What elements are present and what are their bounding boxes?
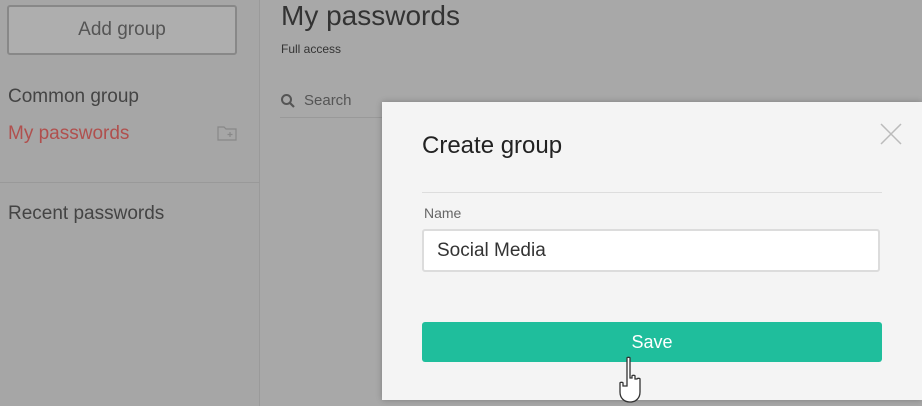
sidebar-item-recent-passwords[interactable]: Recent passwords [8,203,164,225]
name-field-label: Name [424,205,462,221]
dialog-title: Create group [422,132,563,159]
add-group-label: Add group [78,19,166,40]
sidebar-item-common-group[interactable]: Common group [8,86,139,108]
search-icon [281,93,295,108]
page-title: My passwords [281,0,460,31]
sidebar: Add group Common group My passwords Rece… [0,0,260,406]
close-icon[interactable] [879,122,903,146]
name-field[interactable] [422,229,880,272]
folder-add-icon[interactable] [217,125,237,141]
create-group-dialog: Create group Name Save [382,102,922,400]
save-button[interactable]: Save [422,322,882,362]
sidebar-item-my-passwords[interactable]: My passwords [8,123,129,145]
dialog-divider [422,192,882,193]
add-group-button[interactable]: Add group [7,5,237,55]
search-input[interactable]: Search [304,92,352,109]
sidebar-divider [0,182,260,183]
page-subtitle: Full access [281,42,342,56]
